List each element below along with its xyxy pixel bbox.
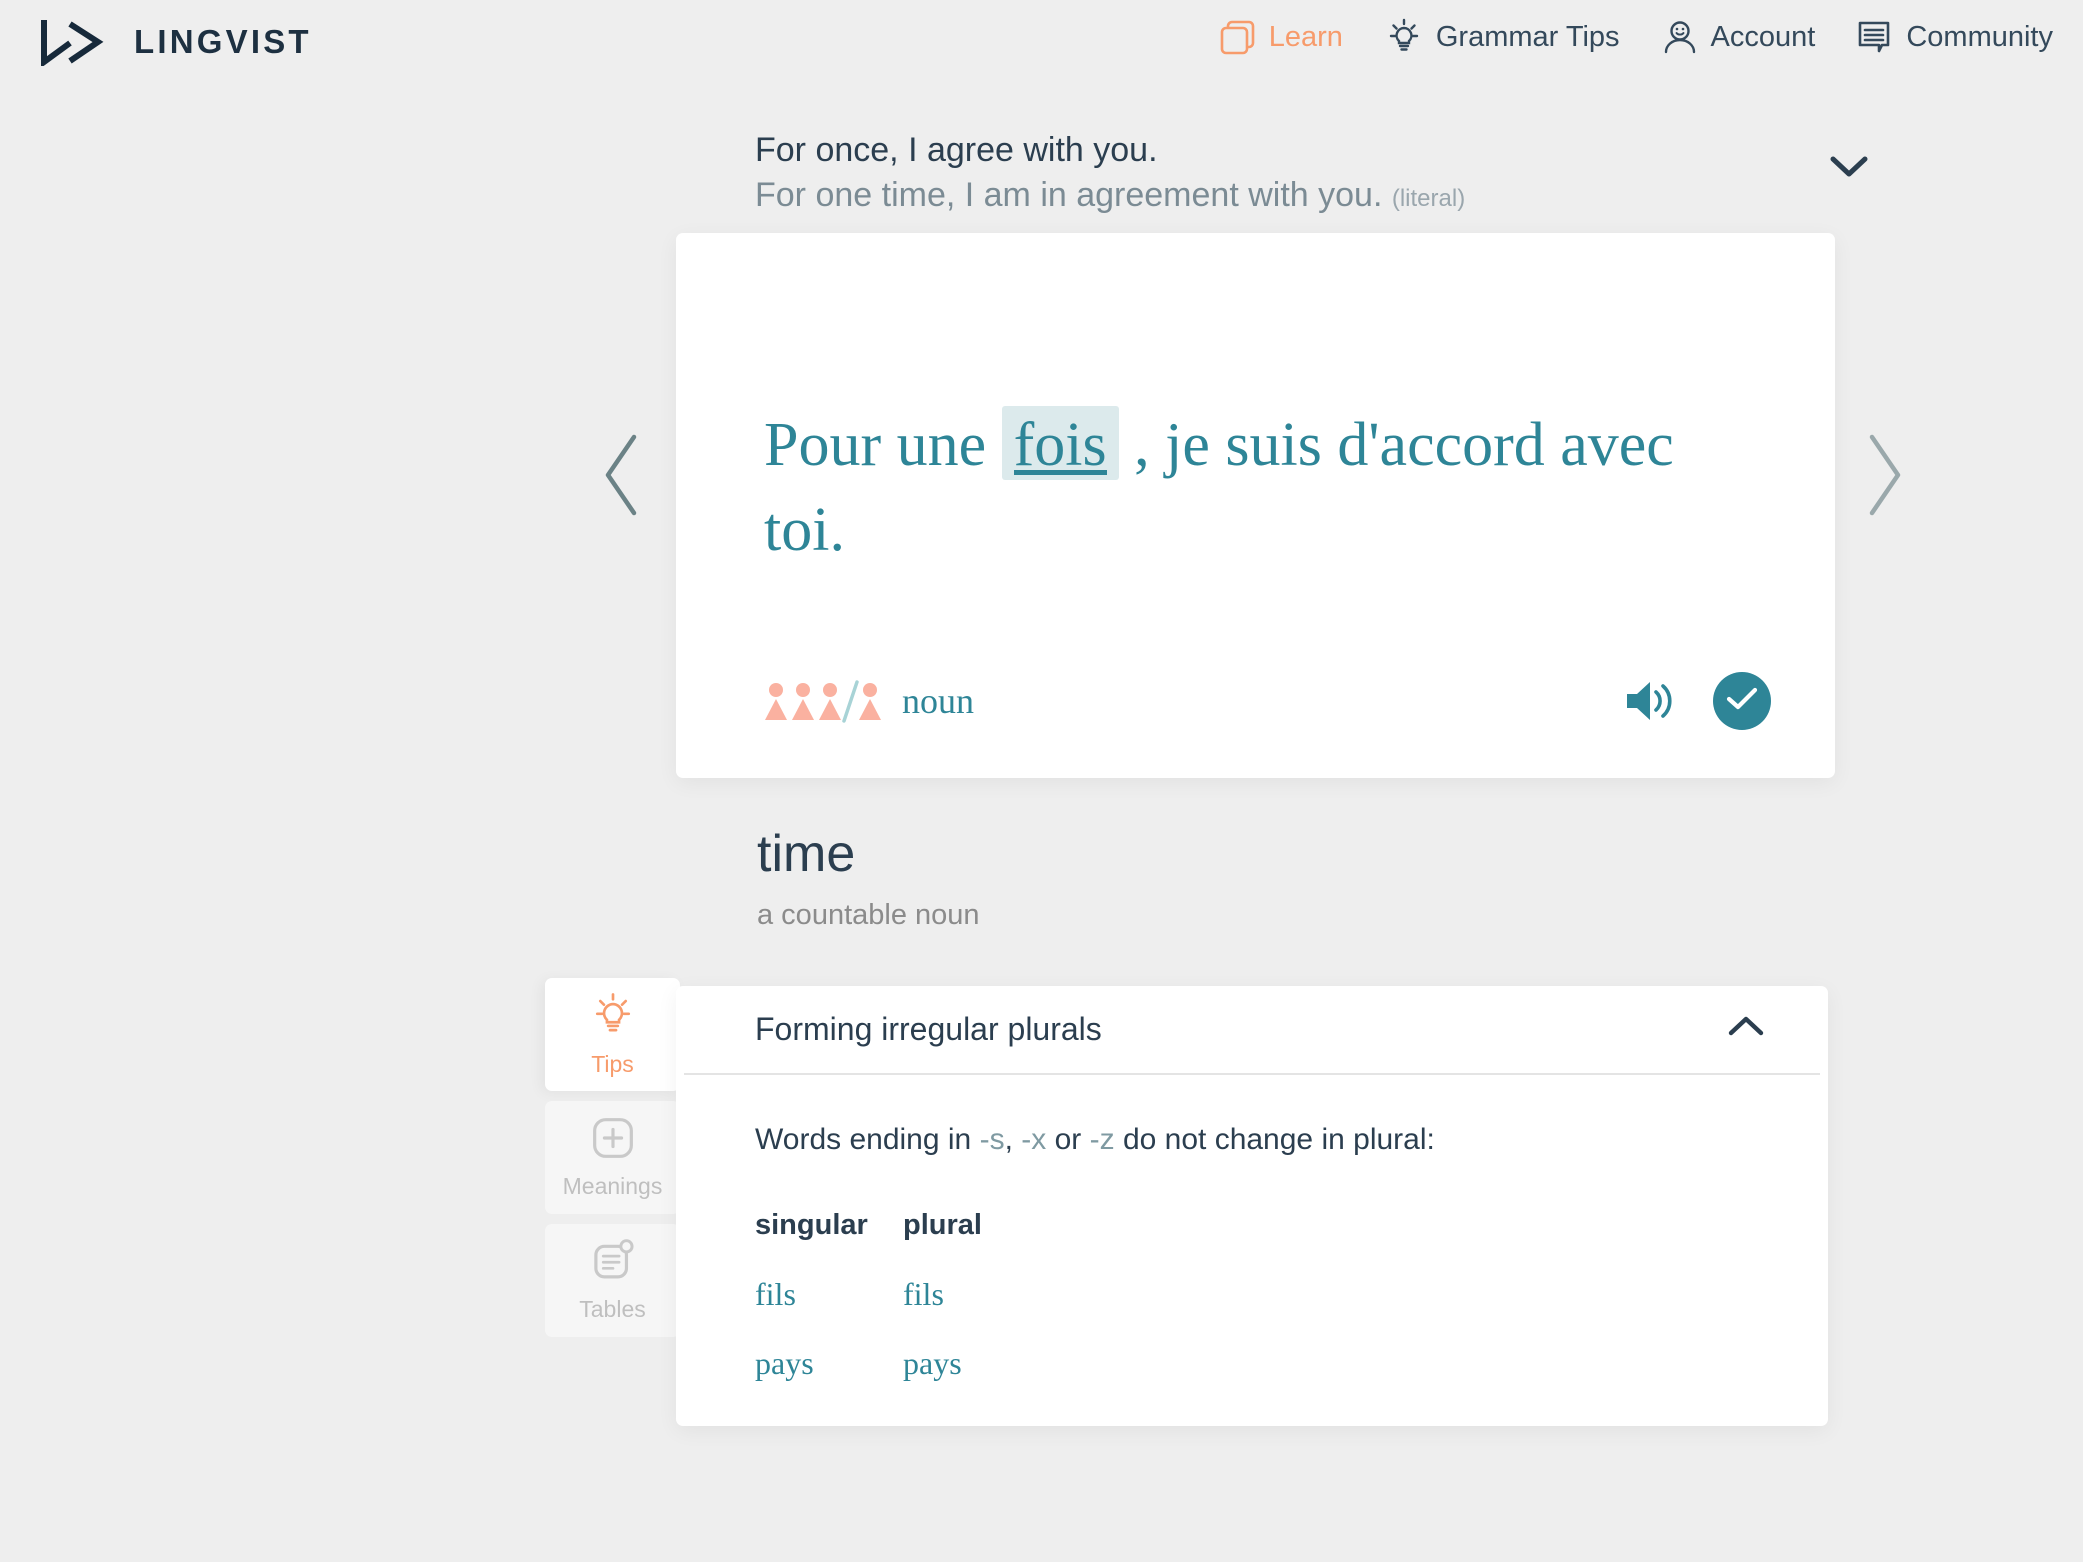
sentence-text: Pour une fois , je suis d'accord avec to… — [764, 403, 1764, 573]
table-row: gars gars — [755, 1414, 1051, 1426]
cards-stack-icon — [1220, 19, 1256, 55]
sentence-before: Pour une — [764, 411, 1002, 479]
translation-block: For once, I agree with you. For one time… — [755, 128, 1868, 218]
lightbulb-icon — [590, 992, 636, 1043]
speech-bubble-icon — [1857, 19, 1893, 55]
sentence-card: Pour une fois , je suis d'accord avec to… — [676, 233, 1835, 778]
tips-panel: Forming irregular plurals Words ending i… — [676, 986, 1828, 1426]
speaker-icon[interactable] — [1623, 676, 1679, 726]
brand-logo[interactable]: LINGVIST — [40, 18, 312, 68]
page-title: time — [757, 825, 856, 883]
table-row: fils fils — [755, 1276, 1051, 1345]
tab-label-tables: Tables — [579, 1295, 646, 1322]
rule-part-2: , — [1004, 1123, 1022, 1156]
rule-part-4: do not change in plural: — [1114, 1123, 1435, 1156]
nav-label-community: Community — [1906, 20, 2053, 53]
column-header-plural: plural — [903, 1209, 982, 1241]
chevron-down-icon[interactable] — [1823, 150, 1875, 184]
translation-literal-tag: (literal) — [1391, 185, 1466, 213]
cell-plural: fils — [903, 1276, 944, 1312]
column-header-singular: singular — [755, 1209, 868, 1241]
tab-meanings[interactable]: Meanings — [545, 1101, 680, 1214]
tips-title: Forming irregular plurals — [755, 1011, 1102, 1047]
highlighted-word[interactable]: fois — [1001, 406, 1119, 480]
word-subtitle: a countable noun — [757, 898, 980, 931]
table-note-icon — [591, 1238, 635, 1288]
tab-tips[interactable]: Tips — [545, 978, 680, 1091]
prev-card-button[interactable] — [600, 432, 646, 518]
table-header-row: singular plural — [755, 1209, 1051, 1276]
next-card-button[interactable] — [1860, 432, 1906, 518]
nav-label-account: Account — [1710, 20, 1816, 53]
cell-singular: gars — [755, 1414, 903, 1426]
cell-singular: pays — [755, 1345, 814, 1381]
rule-part-3: or — [1046, 1123, 1090, 1156]
rule-part-1: Words ending in — [755, 1123, 980, 1156]
person-frequency-icon — [764, 679, 884, 723]
table-row: pays pays — [755, 1345, 1051, 1414]
card-actions — [1623, 672, 1771, 730]
cell-plural: gars — [903, 1414, 1051, 1426]
highlight-underline — [1013, 470, 1107, 475]
translation-literal: For one time, I am in agreement with you… — [755, 176, 1383, 215]
lingvist-chevron-logo-icon — [40, 18, 112, 68]
translation-primary: For once, I agree with you. — [755, 131, 1158, 169]
brand-name: LINGVIST — [134, 23, 312, 60]
tips-rule-text: Words ending in -s, -x or -z do not chan… — [755, 1123, 1749, 1157]
nav-item-grammar-tips[interactable]: Grammar Tips — [1385, 18, 1620, 56]
app-root: LINGVIST Learn Grammar Tips Account Comm… — [0, 0, 2083, 1562]
tips-body: Words ending in -s, -x or -z do not chan… — [676, 1075, 1828, 1426]
plus-square-icon — [591, 1116, 635, 1165]
translation-literal-row: For one time, I am in agreement with you… — [755, 173, 1815, 218]
word-block: time a countable noun — [757, 825, 980, 932]
plurals-table: singular plural fils fils pays pays gars — [755, 1209, 1051, 1426]
main-nav: Learn Grammar Tips Account Community — [1220, 18, 2053, 56]
confirm-button[interactable] — [1713, 672, 1771, 730]
tab-tables[interactable]: Tables — [545, 1224, 680, 1337]
check-icon — [1725, 685, 1759, 718]
side-tabs: Tips Meanings Tables — [545, 978, 680, 1347]
lightbulb-icon — [1385, 18, 1423, 56]
rule-suffix-x: -x — [1021, 1123, 1047, 1156]
chevron-up-icon[interactable] — [1722, 1012, 1770, 1047]
top-header: LINGVIST Learn Grammar Tips Account Comm… — [0, 0, 2083, 86]
tab-label-meanings: Meanings — [562, 1172, 663, 1199]
cell-plural: pays — [903, 1345, 962, 1381]
rule-suffix-s: -s — [979, 1123, 1005, 1156]
nav-label-learn: Learn — [1268, 20, 1343, 53]
nav-item-account[interactable]: Account — [1662, 19, 1816, 55]
tips-header[interactable]: Forming irregular plurals — [676, 986, 1828, 1073]
cell-singular: fils — [755, 1276, 796, 1312]
highlighted-word-text: fois — [1013, 411, 1107, 479]
rule-suffix-z: -z — [1089, 1123, 1115, 1156]
frequency-indicator: noun — [764, 679, 974, 723]
nav-item-learn[interactable]: Learn — [1220, 19, 1343, 55]
card-footer: noun — [764, 672, 1771, 730]
nav-item-community[interactable]: Community — [1857, 19, 2053, 55]
person-icon — [1662, 19, 1698, 55]
nav-label-grammar-tips: Grammar Tips — [1435, 20, 1620, 53]
part-of-speech-label: noun — [902, 681, 974, 721]
tab-label-tips: Tips — [591, 1050, 634, 1077]
